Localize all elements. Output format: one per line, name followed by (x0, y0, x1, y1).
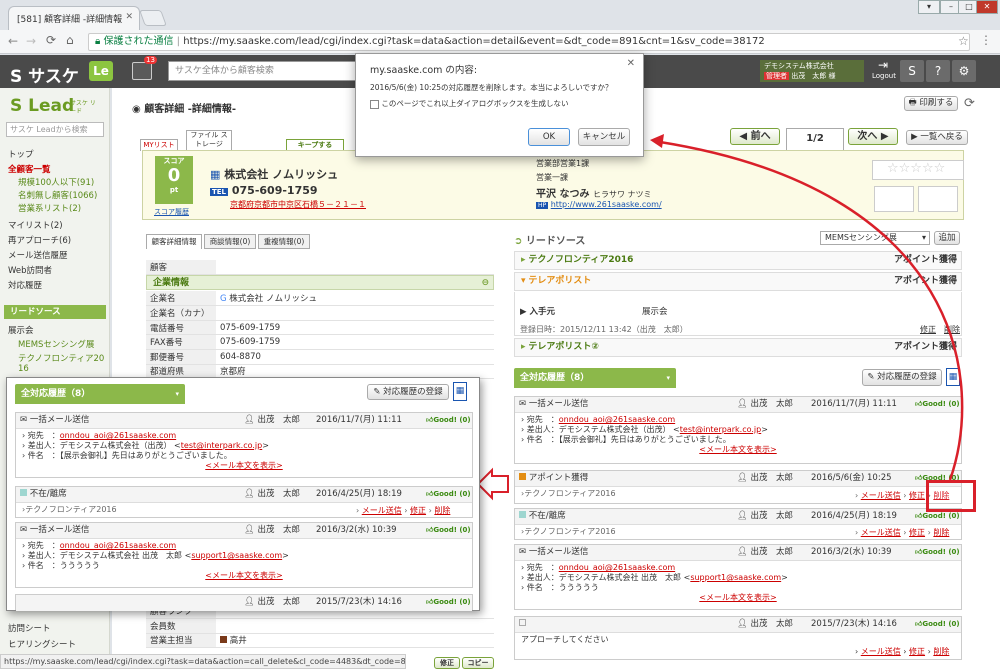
suppress-checkbox[interactable] (370, 99, 379, 109)
history-user-name: 出茂 太郎 (257, 489, 301, 499)
good-count: (0) (459, 416, 471, 424)
history-actions: › メール送信 › 修正 › 削除 (356, 506, 451, 515)
send-mail-link[interactable]: メール送信 (362, 506, 402, 515)
history-title: 全対応履歴（8） (21, 389, 91, 399)
zoom-item-mail-2: ✉ 一括メール送信 👤︎ 出茂 太郎 2016/3/2(水) 10:39 👍︎G… (15, 522, 473, 588)
to-label: 宛先 (27, 541, 44, 550)
history-sub: テクノフロンティア2016 (25, 505, 117, 514)
dialog-title: my.saaske.com の内容: (370, 65, 478, 76)
good-button[interactable]: 👍︎Good! (0) (426, 413, 471, 428)
good-count: (0) (459, 598, 471, 606)
zoom-item-absent: 不在/離席 👤︎ 出茂 太郎 2016/4/25(月) 18:19 👍︎Good… (15, 486, 473, 518)
dialog-ok-button[interactable]: OK (528, 128, 570, 146)
calendar-icon[interactable]: ▦ (453, 382, 467, 401)
history-user-name: 出茂 太郎 (257, 597, 301, 607)
history-user: 👤︎ 出茂 太郎 (244, 489, 301, 499)
history-type: 一括メール送信 (29, 415, 90, 425)
history-date: 2016/4/25(月) 18:19 (316, 489, 402, 499)
from-link[interactable]: support1@saaske.com (191, 551, 282, 560)
mail-icon: ✉ (20, 415, 28, 425)
dialog-suppress: このページでこれ以上ダイアログボックスを生成しない (370, 98, 569, 109)
to-link[interactable]: onndou_aoi@261saaske.com (60, 431, 176, 440)
to-label: 宛先 (27, 431, 44, 440)
good-count: (0) (459, 490, 471, 498)
dialog-close-icon[interactable]: ✕ (627, 58, 635, 69)
history-date: 2015/7/23(木) 14:16 (316, 597, 402, 607)
good-button[interactable]: 👍︎Good! (0) (426, 523, 471, 538)
subject: ううううう (59, 561, 100, 570)
history-type: 不在/離席 (29, 489, 67, 499)
history-item-head: ✉ 一括メール送信 👤︎ 出茂 太郎 2016/11/7(月) 11:11 👍︎… (16, 413, 472, 429)
edit-link[interactable]: 修正 (410, 506, 426, 515)
edit-icon: ✎ (373, 387, 381, 397)
good-button[interactable]: 👍︎Good! (0) (426, 595, 471, 610)
good-count: (0) (459, 526, 471, 534)
dialog-cancel-button[interactable]: キャンセル (578, 128, 630, 146)
history-date: 2016/11/7(月) 11:11 (316, 415, 402, 425)
history-item-head: ✉ 一括メール送信 👤︎ 出茂 太郎 2016/3/2(水) 10:39 👍︎G… (16, 523, 472, 539)
delete-link[interactable]: 削除 (434, 506, 450, 515)
subject: 【展示会御礼】先日はありがとうございました。 (59, 451, 232, 460)
suppress-label: このページでこれ以上ダイアログボックスを生成しない (381, 99, 569, 108)
from-label: 差出人 (27, 441, 52, 450)
browser-status-bar: https://my.saaske.com/lead/cgi/index.cgi… (0, 654, 406, 669)
register-label: 対応履歴の登録 (383, 387, 443, 397)
history-user-name: 出茂 太郎 (257, 525, 301, 535)
history-item-body: ›テクノフロンティア2016 › メール送信 › 修正 › 削除 (22, 505, 451, 515)
confirm-dialog: my.saaske.com の内容: ✕ 2016/5/6(金) 10:25の対… (355, 53, 644, 157)
show-mail-link[interactable]: <メール本文を表示> (205, 461, 282, 470)
history-item-body: › 宛先 ：onndou_aoi@261saaske.com › 差出人：デモシ… (22, 541, 289, 580)
history-item-body: › 宛先 ：onndou_aoi@261saaske.com › 差出人：デモシ… (22, 431, 283, 470)
show-mail-link[interactable]: <メール本文を表示> (205, 571, 282, 580)
history-user-name: 出茂 太郎 (257, 415, 301, 425)
arrow-head-dialog (650, 134, 664, 148)
dropdown-icon: ▾ (175, 390, 179, 398)
from-label: 差出人 (27, 551, 52, 560)
subject-label: 件名 (27, 561, 44, 570)
arrow-to-zoom (476, 467, 509, 501)
status-color-icon (20, 489, 27, 496)
history-user: 👤︎ 出茂 太郎 (244, 415, 301, 425)
history-user: 👤︎ 出茂 太郎 (244, 525, 301, 535)
dialog-message: 2016/5/6(金) 10:25の対応履歴を削除します。本当によろしいですか？ (370, 83, 613, 92)
from-name: デモシステム株式会社（出茂） (59, 441, 172, 450)
arrow-to-dialog (659, 140, 964, 481)
to-link[interactable]: onndou_aoi@261saaske.com (60, 541, 176, 550)
zoomed-history-panel: 全対応履歴（8） ▾ ✎ 対応履歴の登録 ▦ ✉ 一括メール送信 👤︎ 出茂 太郎… (6, 377, 480, 611)
mail-icon: ✉ (20, 525, 28, 535)
zoom-register-button[interactable]: ✎ 対応履歴の登録 (367, 384, 449, 400)
good-button[interactable]: 👍︎Good! (0) (426, 487, 471, 502)
from-name: デモシステム株式会社 出茂 太郎 (59, 551, 183, 560)
good-label: Good! (433, 598, 457, 606)
good-label: Good! (433, 416, 457, 424)
history-type: 一括メール送信 (29, 525, 90, 535)
from-link[interactable]: test@interpark.co.jp (181, 441, 262, 450)
zoom-history-header[interactable]: 全対応履歴（8） ▾ (15, 384, 185, 404)
history-user: 👤︎ 出茂 太郎 (244, 597, 301, 607)
zoom-item-note: 👤︎ 出茂 太郎 2015/7/23(木) 14:16 👍︎Good! (0) (15, 594, 473, 611)
history-item-head: 不在/離席 👤︎ 出茂 太郎 2016/4/25(月) 18:19 👍︎Good… (16, 487, 472, 503)
history-item-head: 👤︎ 出茂 太郎 2015/7/23(木) 14:16 👍︎Good! (0) (16, 595, 472, 611)
history-date: 2016/3/2(水) 10:39 (316, 525, 397, 535)
zoom-item-mail-1: ✉ 一括メール送信 👤︎ 出茂 太郎 2016/11/7(月) 11:11 👍︎… (15, 412, 473, 478)
good-label: Good! (433, 490, 457, 498)
subject-label: 件名 (27, 451, 44, 460)
good-label: Good! (433, 526, 457, 534)
